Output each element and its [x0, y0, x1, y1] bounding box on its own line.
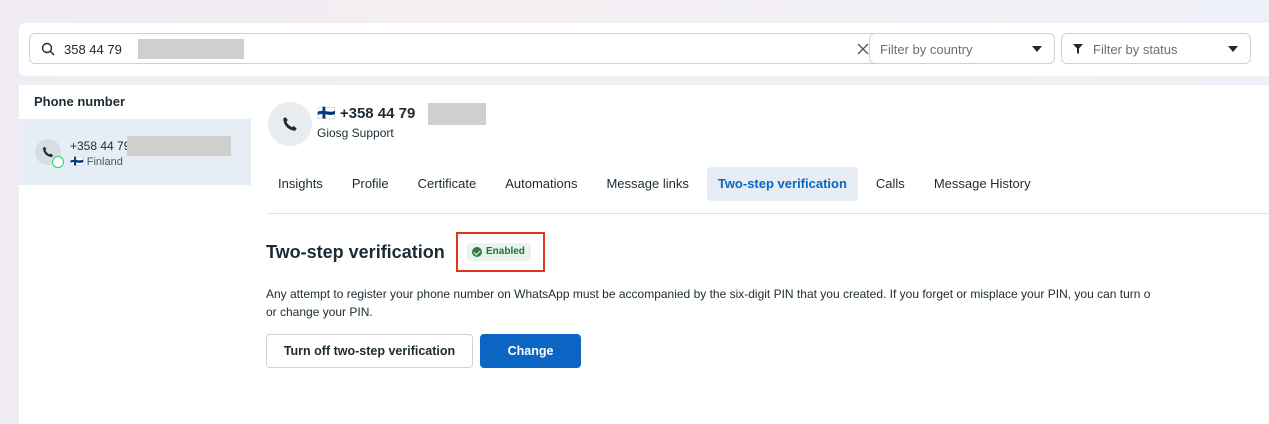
- section-title: Two-step verification: [266, 242, 445, 262]
- list-header: Phone number: [34, 94, 126, 109]
- phone-detail-panel: 🇫🇮 +358 44 79 Giosg Support Insights Pro…: [251, 85, 1269, 424]
- status-filter-placeholder: Filter by status: [1093, 42, 1178, 57]
- phone-icon: [283, 117, 297, 131]
- redacted-block: [127, 136, 231, 156]
- highlight-box: [456, 232, 545, 272]
- phone-number-list: Phone number +358 44 79 🇫🇮 Finland: [19, 85, 251, 424]
- tab-automations[interactable]: Automations: [494, 167, 588, 201]
- chevron-down-icon: [1228, 46, 1238, 52]
- tab-calls[interactable]: Calls: [865, 167, 916, 201]
- account-name: Giosg Support: [317, 126, 394, 140]
- avatar: [268, 102, 312, 146]
- turn-off-two-step-button[interactable]: Turn off two-step verification: [266, 334, 473, 368]
- tab-two-step-verification[interactable]: Two-step verification: [706, 167, 858, 201]
- description-line-1: Any attempt to register your phone numbe…: [266, 287, 1151, 301]
- change-pin-button[interactable]: Change PIN: [480, 334, 581, 390]
- filter-icon: [1073, 44, 1083, 54]
- redacted-block: [138, 39, 244, 59]
- redacted-block: [428, 103, 486, 125]
- list-item[interactable]: +358 44 79 🇫🇮 Finland: [19, 119, 251, 185]
- chevron-down-icon: [1032, 46, 1042, 52]
- tab-message-history[interactable]: Message History: [923, 167, 1042, 201]
- country-filter-placeholder: Filter by country: [880, 42, 973, 57]
- phone-icon: [43, 146, 53, 157]
- description-line-2: or change your PIN.: [266, 305, 373, 319]
- tab-profile[interactable]: Profile: [341, 167, 400, 201]
- tab-certificate[interactable]: Certificate: [407, 167, 488, 201]
- search-icon: [41, 42, 55, 56]
- tab-insights[interactable]: Insights: [267, 167, 334, 201]
- country-label: 🇫🇮 Finland: [70, 156, 123, 168]
- country-filter-select[interactable]: Filter by country: [869, 33, 1055, 64]
- search-value: 358 44 79: [64, 42, 122, 57]
- tab-divider: [267, 213, 1269, 214]
- whatsapp-icon: [52, 156, 64, 168]
- search-input[interactable]: 358 44 79: [29, 33, 882, 64]
- tab-message-links[interactable]: Message links: [595, 167, 699, 201]
- top-filter-bar: 358 44 79 Filter by country Filter by st…: [19, 23, 1269, 76]
- tab-bar: Insights Profile Certificate Automations…: [267, 167, 1049, 201]
- page-title: 🇫🇮 +358 44 79: [317, 105, 416, 122]
- description: Any attempt to register your phone numbe…: [266, 285, 1269, 321]
- phone-number: +358 44 79: [70, 139, 131, 153]
- status-filter-select[interactable]: Filter by status: [1061, 33, 1251, 64]
